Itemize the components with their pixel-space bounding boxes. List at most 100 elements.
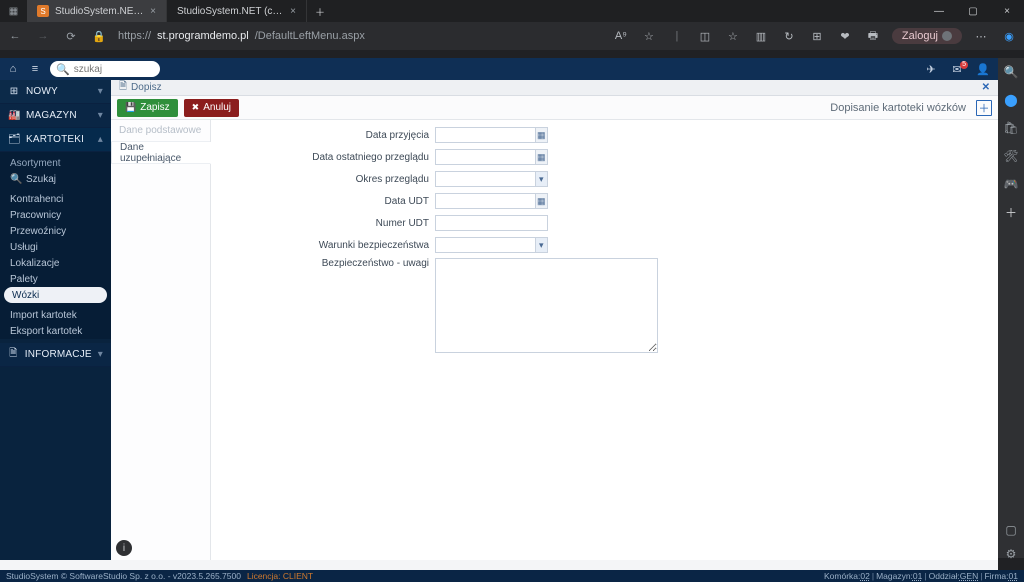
status-oddzial-value[interactable]: GEN (960, 571, 978, 581)
status-firma-value[interactable]: 01 (1009, 571, 1018, 581)
label-bezp-uwagi: Bezpieczeństwo - uwagi (221, 258, 435, 269)
chevron-up-icon: ▴ (98, 134, 103, 145)
back-button[interactable]: ← (6, 30, 24, 42)
section-label: INFORMACJE (25, 349, 92, 360)
nav-item-kontrahenci[interactable]: Kontrahenci (0, 191, 111, 207)
chevron-down-icon: ▾ (98, 349, 103, 360)
browser-address-bar: ← → ⟳ 🔒 https://st.programdemo.pl/Defaul… (0, 22, 1024, 50)
date-picker-icon[interactable]: ▦ (535, 150, 547, 164)
panel-title: Dopisanie kartoteki wózków (830, 102, 966, 114)
nav-item-asortyment[interactable]: Asortyment (0, 156, 111, 171)
tab-dane-uzupelniajace[interactable]: Dane uzupełniające (111, 142, 211, 164)
field-warunki[interactable] (436, 238, 535, 252)
edge-tools-icon[interactable]: 🛠 (1003, 148, 1019, 164)
edge-games-icon[interactable]: 🎮 (1003, 176, 1019, 192)
save-button[interactable]: 💾 Zapisz (117, 99, 178, 117)
section-label: MAGAZYN (26, 110, 77, 121)
field-data-udt[interactable] (436, 194, 535, 208)
textarea-bezp-uwagi[interactable] (435, 258, 658, 353)
address-url[interactable]: https://st.programdemo.pl/DefaultLeftMen… (118, 30, 365, 42)
section-informacje[interactable]: 🗎 INFORMACJE ▾ (0, 343, 111, 367)
select-warunki[interactable]: ▾ (435, 237, 548, 253)
nav-item-szukaj[interactable]: 🔍 Szukaj (0, 171, 111, 187)
login-pill[interactable]: Zaloguj (892, 28, 962, 44)
close-panel-button[interactable]: ✕ (982, 82, 990, 93)
label-data-udt: Data UDT (221, 196, 435, 207)
edge-hide-sidebar-icon[interactable]: ▢ (1003, 523, 1019, 537)
nav-item-wozki[interactable]: Wózki (4, 287, 107, 303)
nav-item-przewoznicy[interactable]: Przewoźnicy (0, 223, 111, 239)
tab-dane-podstawowe[interactable]: Dane podstawowe (111, 120, 210, 142)
section-magazyn[interactable]: 🏭 MAGAZYN ▾ (0, 104, 111, 128)
section-nowy[interactable]: ⊞ NOWY ▾ (0, 80, 111, 104)
collections-icon[interactable]: ▥ (752, 30, 770, 43)
forward-button[interactable]: → (34, 30, 52, 42)
close-icon[interactable]: × (150, 6, 156, 17)
input-data-udt[interactable]: ▦ (435, 193, 548, 209)
refresh-button[interactable]: ⟳ (62, 30, 80, 43)
home-icon[interactable]: ⌂ (6, 63, 20, 75)
section-kartoteki[interactable]: 🗂 KARTOTEKI ▴ (0, 128, 111, 152)
cancel-button[interactable]: ✖ Anuluj (184, 99, 239, 117)
edge-add-app-button[interactable]: ＋ (1003, 204, 1019, 220)
user-icon[interactable]: 👤 (974, 63, 992, 76)
nav-item-lokalizacje[interactable]: Lokalizacje (0, 255, 111, 271)
minimize-button[interactable]: ― (922, 0, 956, 22)
insert-new-button[interactable]: ＋ (976, 100, 992, 116)
split-screen-icon[interactable]: ◫ (696, 30, 714, 43)
app-topbar: ⌂ ≡ 🔍 ✈ ✉5 👤 (0, 58, 998, 80)
date-picker-icon[interactable]: ▦ (535, 128, 547, 142)
site-info-icon[interactable]: 🔒 (90, 30, 108, 43)
nav-item-palety[interactable]: Palety (0, 271, 111, 287)
favorites-bar-icon[interactable]: ☆ (724, 30, 742, 43)
search-input[interactable] (74, 64, 154, 75)
select-okres-przegladu[interactable]: ▾ (435, 171, 548, 187)
field-data-ost-przegladu[interactable] (436, 150, 535, 164)
input-data-przyjecia[interactable]: ▦ (435, 127, 548, 143)
browser-tab-1[interactable]: StudioSystem.NET (c) SoftwareS × (167, 0, 307, 22)
field-okres-przegladu[interactable] (436, 172, 535, 186)
maximize-button[interactable]: ▢ (956, 0, 990, 22)
folder-icon: 🗂 (8, 134, 20, 145)
close-icon[interactable]: × (290, 6, 296, 17)
performance-icon[interactable]: ❤ (836, 30, 854, 43)
edge-search-icon[interactable]: 🔍 (1003, 64, 1019, 80)
extensions-icon[interactable]: ⊞ (808, 30, 826, 43)
more-menu-button[interactable]: ⋯ (972, 30, 990, 43)
chevron-down-icon[interactable]: ▾ (535, 172, 547, 186)
close-window-button[interactable]: × (990, 0, 1024, 22)
status-komorka-value[interactable]: 02 (860, 571, 869, 581)
favorite-icon[interactable]: ☆ (640, 30, 658, 43)
edge-chat-icon[interactable]: ⬤ (1003, 92, 1019, 108)
new-tab-button[interactable]: ＋ (307, 0, 333, 22)
history-icon[interactable]: ↻ (780, 30, 798, 43)
read-aloud-icon[interactable]: A⁹ (612, 30, 630, 42)
status-magazyn-value[interactable]: 01 (913, 571, 922, 581)
form-fields: Data przyjęcia ▦ Data ostatniego przeglą… (211, 120, 998, 560)
nav-item-uslugi[interactable]: Usługi (0, 239, 111, 255)
nav-item-import[interactable]: Import kartotek (0, 307, 111, 323)
copilot-icon[interactable]: ◉ (1000, 30, 1018, 43)
nav-item-eksport[interactable]: Eksport kartotek (0, 323, 111, 339)
mail-icon[interactable]: ✉5 (948, 63, 966, 76)
tab-list-button[interactable]: ▦ (0, 0, 27, 22)
document-icon: 🗎 (8, 346, 19, 363)
chevron-down-icon[interactable]: ▾ (535, 238, 547, 252)
send-icon[interactable]: ✈ (922, 63, 940, 76)
action-bar: 💾 Zapisz ✖ Anuluj Dopisanie kartoteki wó… (111, 96, 998, 120)
menu-icon[interactable]: ≡ (28, 63, 42, 75)
input-data-ost-przegladu[interactable]: ▦ (435, 149, 548, 165)
input-numer-udt[interactable] (435, 215, 548, 231)
nav-item-pracownicy[interactable]: Pracownicy (0, 207, 111, 223)
app-search[interactable]: 🔍 (50, 61, 160, 77)
chevron-down-icon: ▾ (98, 86, 103, 97)
edge-settings-icon[interactable]: ⚙ (1003, 547, 1019, 561)
info-float-button[interactable]: i (116, 540, 132, 556)
edge-shopping-icon[interactable]: 🛍 (1003, 120, 1019, 136)
field-data-przyjecia[interactable] (436, 128, 535, 142)
plus-box-icon: ⊞ (8, 86, 20, 97)
field-numer-udt[interactable] (436, 216, 547, 230)
browser-tab-0[interactable]: S StudioSystem.NET (c) SoftwareS × (27, 0, 167, 22)
print-icon[interactable]: 🖶 (864, 27, 882, 46)
date-picker-icon[interactable]: ▦ (535, 194, 547, 208)
